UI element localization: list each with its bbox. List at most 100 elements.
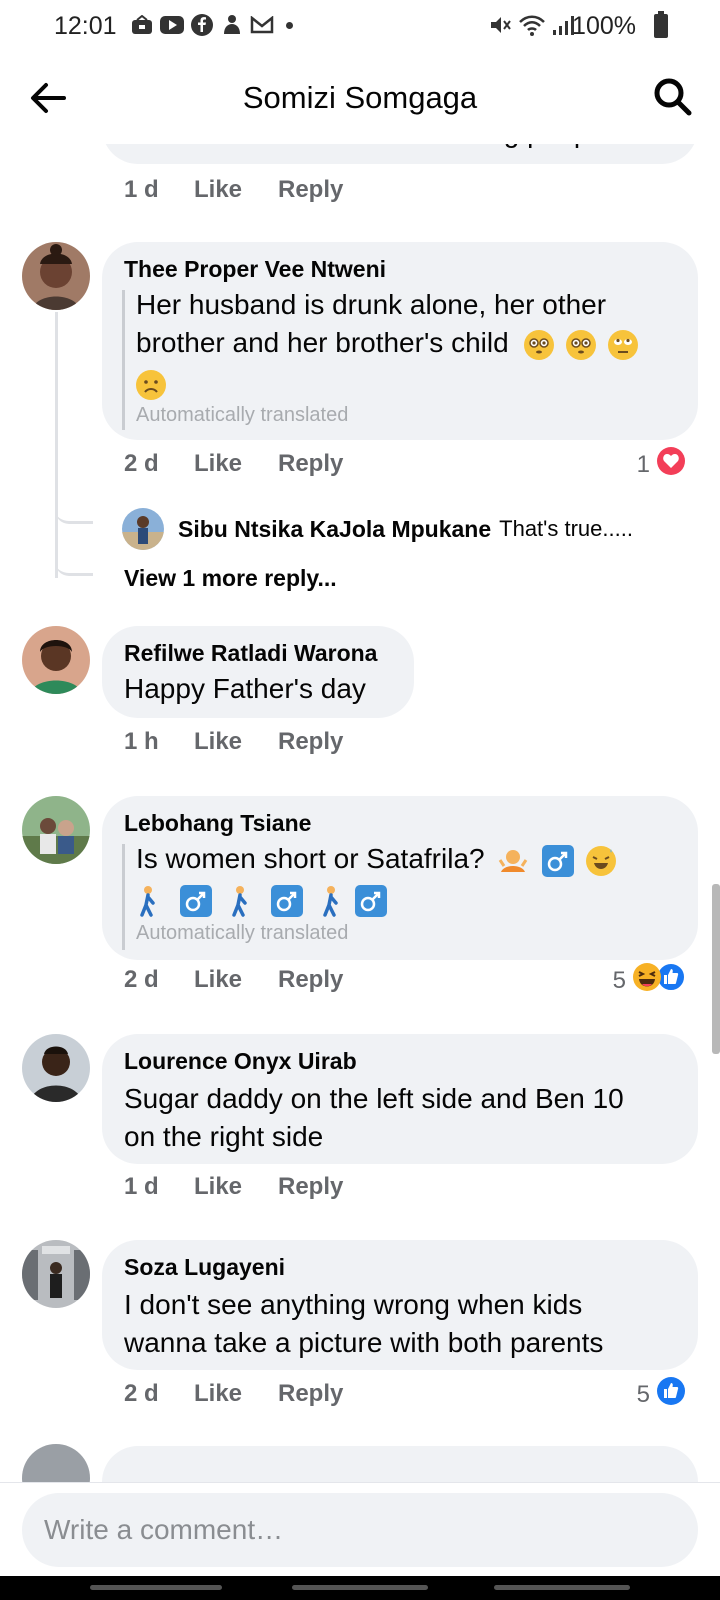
male-sign-icon (542, 844, 575, 877)
thread-connector (55, 500, 93, 524)
grinning-sweat-emoji-icon (585, 845, 616, 876)
comment-text-line: brother and her brother's child (136, 327, 509, 358)
flushed-emoji-icon (566, 329, 597, 360)
status-notification-icons (130, 13, 293, 37)
avatar[interactable] (22, 1444, 90, 1482)
comment-bubble[interactable]: Lebohang Tsiane Is women short or Satafr… (102, 796, 698, 960)
like-button[interactable]: Like (194, 1380, 278, 1414)
comment-time[interactable]: 1 h (124, 728, 194, 762)
comment-text-line: wanna take a picture with both parents (124, 1327, 604, 1358)
avatar[interactable] (22, 1240, 90, 1308)
comment-text-line: on the right side (124, 1121, 324, 1152)
translation-quote-bar (122, 844, 125, 950)
youtube-icon (160, 13, 184, 37)
comment-time[interactable]: 2 d (124, 450, 194, 484)
battery-percent: 100% (572, 12, 636, 40)
comment-time[interactable]: 2 d (124, 1380, 194, 1414)
comment-bubble[interactable]: Soza Lugayeni I don't see anything wrong… (102, 1240, 698, 1370)
comment-actions: 1 h Like Reply (124, 728, 343, 762)
reaction-count: 5 (636, 1380, 650, 1408)
like-button[interactable]: Like (194, 1173, 278, 1207)
comment-time[interactable]: 2 d (124, 966, 194, 1000)
reply-button[interactable]: Reply (278, 176, 343, 210)
avatar[interactable] (22, 626, 90, 694)
comment-bubble-partial[interactable] (102, 1446, 698, 1482)
comment-actions: 2 d Like Reply (124, 966, 343, 1000)
comment-time[interactable]: 1 d (124, 1173, 194, 1207)
page-title: Somizi Somgaga (242, 80, 478, 115)
thread-connector (55, 552, 93, 576)
gmail-icon (250, 13, 274, 37)
reply-button[interactable]: Reply (278, 450, 343, 484)
frowning-emoji-icon (136, 369, 166, 400)
search-button[interactable] (650, 74, 696, 120)
comment-composer (0, 1482, 720, 1576)
reply-button[interactable]: Reply (278, 966, 343, 1000)
reply-preview[interactable]: Sibu Ntsika KaJola Mpukane That's true..… (122, 508, 633, 550)
view-more-replies-link[interactable]: View 1 more reply... (124, 565, 337, 592)
avatar[interactable] (22, 1034, 90, 1102)
walking-person-icon (319, 885, 343, 917)
back-nav-button[interactable] (494, 1585, 630, 1590)
mute-icon (488, 14, 512, 41)
comment-time[interactable]: 1 d (124, 176, 194, 210)
comment-author[interactable]: Lourence Onyx Uirab (124, 1048, 357, 1075)
scrollbar[interactable] (712, 884, 720, 1054)
thread-line (55, 312, 58, 578)
reply-author[interactable]: Sibu Ntsika KaJola Mpukane (178, 516, 491, 543)
reaction-summary[interactable]: 1 (637, 446, 686, 483)
comment-input[interactable] (22, 1493, 698, 1567)
home-button[interactable] (292, 1585, 428, 1590)
reply-button[interactable]: Reply (278, 1173, 343, 1207)
comment-text-line: I don't see anything wrong when kids (124, 1289, 583, 1320)
translated-label: Automatically translated (136, 404, 349, 426)
walking-person-icon (228, 885, 252, 917)
notification-icon (220, 13, 244, 37)
avatar[interactable] (22, 796, 90, 864)
search-icon (654, 78, 692, 116)
like-button[interactable]: Like (194, 966, 278, 1000)
avatar[interactable] (122, 508, 164, 550)
reaction-count: 5 (612, 966, 626, 994)
system-nav-bar (0, 1576, 720, 1600)
facebook-icon (190, 13, 214, 37)
like-button[interactable]: Like (194, 728, 278, 762)
signal-icon (552, 14, 574, 41)
avatar[interactable] (22, 242, 90, 310)
reply-button[interactable]: Reply (278, 1380, 343, 1414)
like-button[interactable]: Like (194, 450, 278, 484)
haha-icon (632, 962, 662, 999)
mail-icon (130, 13, 154, 37)
recents-button[interactable] (90, 1585, 222, 1590)
comment-bubble[interactable]: Thee Proper Vee Ntweni Her husband is dr… (102, 242, 698, 440)
reaction-summary[interactable]: 5 (637, 1376, 686, 1413)
walking-person-icon (136, 885, 160, 917)
comment-text-row: brother and her brother's child (136, 324, 639, 362)
status-time: 12:01 (54, 12, 117, 40)
comment-text-row: Is women short or Satafrila? (136, 840, 616, 878)
comment-author[interactable]: Lebohang Tsiane (124, 810, 311, 837)
comment-author[interactable]: Refilwe Ratladi Warona (124, 640, 377, 667)
male-sign-icon (354, 884, 387, 917)
status-bar: 12:01 100% (0, 0, 720, 52)
reply-button[interactable]: Reply (278, 728, 343, 762)
flushed-emoji-icon (524, 329, 555, 360)
male-sign-icon (179, 884, 212, 917)
comment-author[interactable]: Soza Lugayeni (124, 1254, 285, 1281)
app-header: Somizi Somgaga (0, 52, 720, 144)
comments-feed[interactable]: relatives...... You are misleading peopl… (0, 120, 720, 1482)
comment-bubble[interactable]: Refilwe Ratladi Warona Happy Father's da… (102, 626, 414, 718)
like-button[interactable]: Like (194, 176, 278, 210)
reaction-summary[interactable]: 5 (613, 962, 686, 999)
comment-actions: 2 d Like Reply (124, 450, 343, 484)
eye-roll-emoji-icon (608, 329, 639, 360)
reply-text: That's true..... (499, 516, 633, 541)
comment-text-line: Sugar daddy on the left side and Ben 10 (124, 1083, 624, 1114)
battery-icon (654, 11, 668, 38)
comment-author[interactable]: Thee Proper Vee Ntweni (124, 256, 386, 283)
wifi-icon (518, 14, 546, 41)
translation-quote-bar (122, 290, 125, 430)
comment-text-line: Her husband is drunk alone, her other (136, 289, 607, 320)
male-sign-icon (271, 884, 304, 917)
comment-bubble[interactable]: Lourence Onyx Uirab Sugar daddy on the l… (102, 1034, 698, 1164)
